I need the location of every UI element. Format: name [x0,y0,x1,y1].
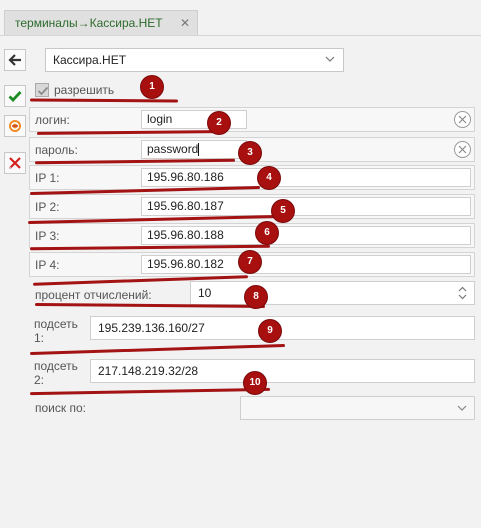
annotation-line-2 [36,130,218,135]
password-input[interactable]: password [141,140,247,159]
spinner-arrows-icon[interactable] [458,286,467,300]
ip3-label: IP 3: [35,229,60,243]
check-icon [8,91,22,102]
annotation-badge-3: 3 [239,142,261,164]
close-icon[interactable]: ✕ [180,11,190,35]
annotation-badge-8: 8 [245,286,267,308]
annotation-badge-7: 7 [239,251,261,273]
save-button[interactable] [4,85,26,107]
annotation-badge-5: 5 [272,200,294,222]
ip3-input[interactable]: 195.96.80.188 [141,226,471,245]
tab-terminal-kassira[interactable]: терминалы→Кассира.НЕТ ✕ [4,10,198,35]
percent-label: процент отчислений: [35,288,152,302]
password-clear-button[interactable] [454,141,471,158]
subnet1-label: подсеть 1: [34,317,78,345]
ip2-label: IP 2: [35,200,60,214]
annotation-line-9 [30,343,285,356]
annotation-badge-4: 4 [258,167,280,189]
ip4-input[interactable]: 195.96.80.182 [141,255,471,274]
red-x-icon [8,157,21,170]
enable-label: разрешить [54,83,115,97]
subnet1-input[interactable]: 195.239.136.160/27 [90,316,475,340]
tab-title: терминалы→Кассира.НЕТ [15,16,163,30]
chevron-down-icon [325,56,335,62]
clear-icon [458,115,467,124]
password-label: пароль: [35,143,78,157]
search-by-select[interactable] [240,396,475,420]
clear-icon [458,145,467,154]
delete-button[interactable] [4,152,26,174]
annotation-line-1 [29,98,179,103]
enable-checkbox[interactable] [35,83,49,97]
terminal-select-value: Кассира.НЕТ [53,53,127,67]
annotation-badge-6: 6 [256,222,278,244]
ip1-input[interactable]: 195.96.80.186 [141,168,471,187]
annotation-badge-9: 9 [259,320,281,342]
annotation-badge-2: 2 [208,112,230,134]
tab-divider [0,35,481,36]
search-by-label: поиск по: [35,401,86,415]
cancel-circle-icon [9,120,21,132]
password-value: password [147,142,199,156]
subnet2-label: подсеть 2: [34,359,78,387]
login-label: логин: [35,113,70,127]
chevron-down-icon [457,405,467,411]
ip1-label: IP 1: [35,171,60,185]
percent-value: 10 [198,286,212,300]
terminal-select[interactable]: Кассира.НЕТ [45,48,344,72]
login-row: логин: login [29,107,475,132]
cancel-button[interactable] [4,115,26,137]
arrow-left-icon [8,54,21,66]
login-clear-button[interactable] [454,111,471,128]
subnet2-input[interactable]: 217.148.219.32/28 [90,359,475,383]
annotation-badge-1: 1 [141,76,163,98]
annotation-line-10 [29,387,271,396]
checkmark-icon [37,86,49,96]
annotation-line-8 [34,302,266,309]
ip4-label: IP 4: [35,258,60,272]
back-button[interactable] [4,49,26,71]
ip2-input[interactable]: 195.96.80.187 [141,197,471,216]
login-input[interactable]: login [141,110,247,129]
percent-stepper[interactable]: 10 [190,281,475,305]
annotation-badge-10: 10 [244,372,266,394]
